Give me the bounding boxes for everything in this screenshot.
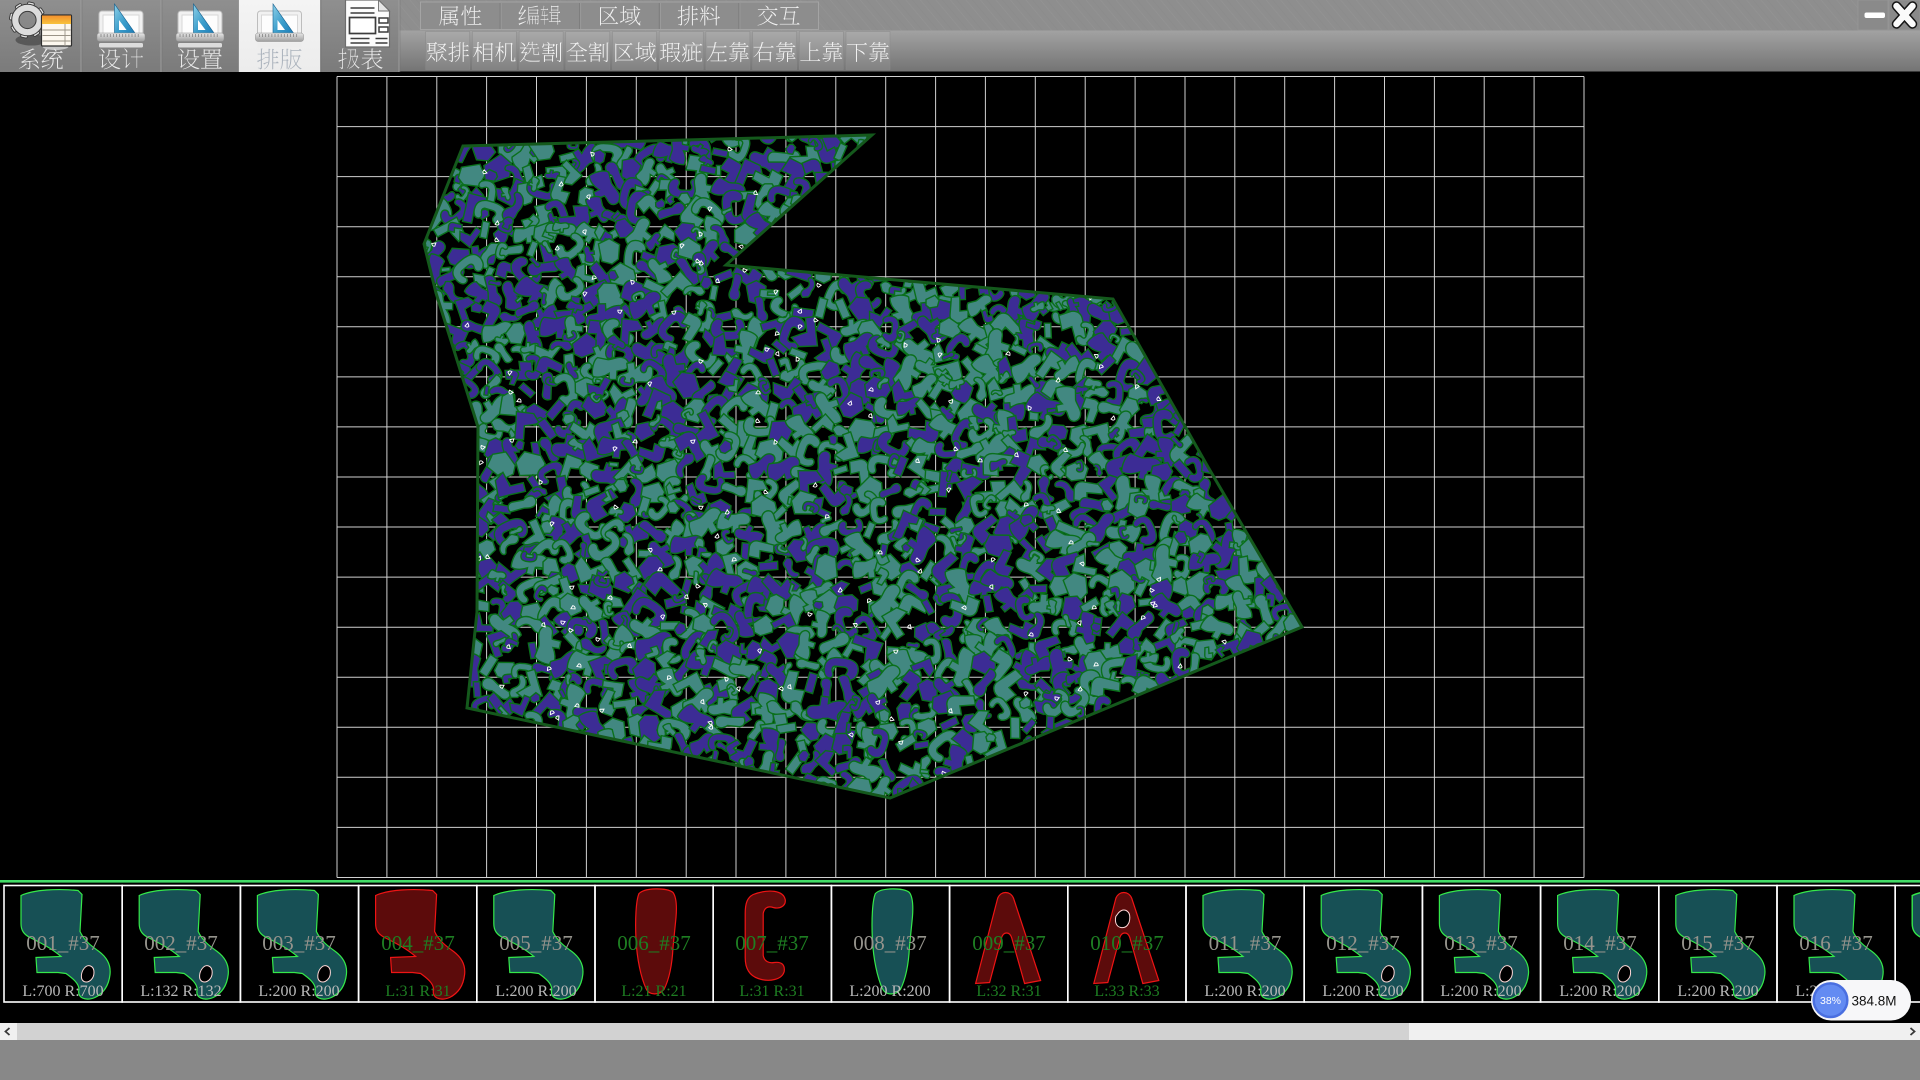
svg-text:016_#37: 016_#37 — [1799, 931, 1873, 955]
svg-text:006_#37: 006_#37 — [617, 931, 691, 955]
svg-text:013_#37: 013_#37 — [1444, 931, 1518, 955]
svg-text:L:700 R:700: L:700 R:700 — [22, 983, 103, 1000]
svg-text:L:31 R:31: L:31 R:31 — [385, 983, 450, 1000]
svg-text:007_#37: 007_#37 — [735, 931, 809, 955]
svg-text:014_#37: 014_#37 — [1563, 931, 1637, 955]
svg-text:L:200 R:200: L:200 R:200 — [258, 983, 339, 1000]
svg-text:L:200 R:200: L:200 R:200 — [495, 983, 576, 1000]
svg-text:L:33 R:33: L:33 R:33 — [1094, 983, 1159, 1000]
svg-text:015_#37: 015_#37 — [1681, 931, 1755, 955]
svg-text:012_#37: 012_#37 — [1326, 931, 1400, 955]
svg-text:L:200 R:200: L:200 R:200 — [1204, 983, 1285, 1000]
svg-text:010_#37: 010_#37 — [1090, 931, 1164, 955]
svg-text:L:32 R:31: L:32 R:31 — [976, 983, 1041, 1000]
svg-text:008_#37: 008_#37 — [853, 931, 927, 955]
svg-text:009_#37: 009_#37 — [972, 931, 1046, 955]
svg-text:011_#37: 011_#37 — [1209, 931, 1282, 955]
svg-text:L:200 R:200: L:200 R:200 — [1559, 983, 1640, 1000]
svg-text:L:132 R:132: L:132 R:132 — [140, 983, 221, 1000]
svg-text:005_#37: 005_#37 — [499, 931, 573, 955]
svg-text:L:200 R:200: L:200 R:200 — [1440, 983, 1521, 1000]
svg-text:004_#37: 004_#37 — [381, 931, 455, 955]
svg-text:38%: 38% — [1820, 995, 1841, 1007]
svg-text:003_#37: 003_#37 — [262, 931, 336, 955]
svg-text:001_#37: 001_#37 — [26, 931, 100, 955]
svg-text:384.8M: 384.8M — [1851, 994, 1896, 1009]
svg-text:L:200 R:200: L:200 R:200 — [849, 983, 930, 1000]
svg-text:L:200 R:200: L:200 R:200 — [1677, 983, 1758, 1000]
svg-text:L:21 R:21: L:21 R:21 — [621, 983, 686, 1000]
svg-text:L:200 R:200: L:200 R:200 — [1322, 983, 1403, 1000]
svg-text:L:31 R:31: L:31 R:31 — [739, 983, 804, 1000]
svg-text:002_#37: 002_#37 — [144, 931, 218, 955]
